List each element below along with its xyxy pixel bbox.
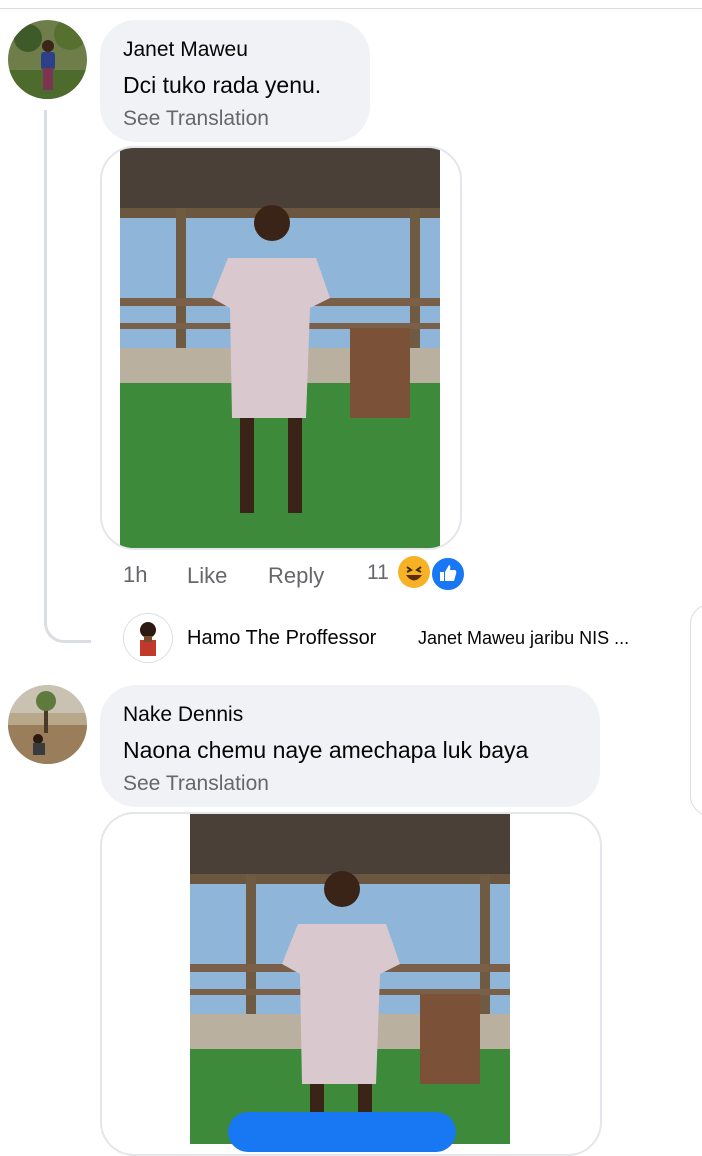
comment-photo[interactable] — [190, 814, 510, 1144]
see-translation-link[interactable]: See Translation — [123, 107, 269, 131]
blue-action-button[interactable] — [228, 1112, 456, 1152]
avatar-hamo[interactable] — [123, 613, 173, 663]
comment-time: 1h — [123, 562, 148, 587]
haha-reaction-icon[interactable] — [398, 556, 430, 588]
reply-author[interactable]: Hamo The Proffessor — [187, 627, 376, 650]
side-panel-edge — [690, 604, 702, 816]
reaction-count[interactable]: 11 — [367, 561, 389, 585]
comment-text: Dci tuko rada yenu. — [123, 72, 322, 98]
reply-button[interactable]: Reply — [268, 563, 324, 589]
like-reaction-icon[interactable] — [430, 556, 466, 592]
top-divider — [0, 8, 702, 9]
comment-author[interactable]: Nake Dennis — [123, 703, 243, 727]
comment-bubble[interactable]: Janet Maweu Dci tuko rada yenu. See Tran… — [100, 20, 370, 142]
comment-photo-card[interactable] — [100, 812, 602, 1156]
comment-text: Naona chemu naye amechapa luk baya — [123, 737, 529, 763]
comment-bubble[interactable]: Nake Dennis Naona chemu naye amechapa lu… — [100, 685, 600, 807]
avatar-nake[interactable] — [8, 685, 87, 764]
comment-author[interactable]: Janet Maweu — [123, 38, 248, 62]
comment-photo-card[interactable] — [100, 146, 462, 550]
reply-snippet[interactable]: Janet Maweu jaribu NIS ... — [418, 628, 629, 649]
like-button[interactable]: Like — [187, 563, 227, 589]
avatar-janet[interactable] — [8, 20, 87, 99]
see-translation-link[interactable]: See Translation — [123, 772, 269, 796]
reply-thread-line — [44, 110, 91, 643]
comment-photo[interactable] — [120, 148, 440, 548]
